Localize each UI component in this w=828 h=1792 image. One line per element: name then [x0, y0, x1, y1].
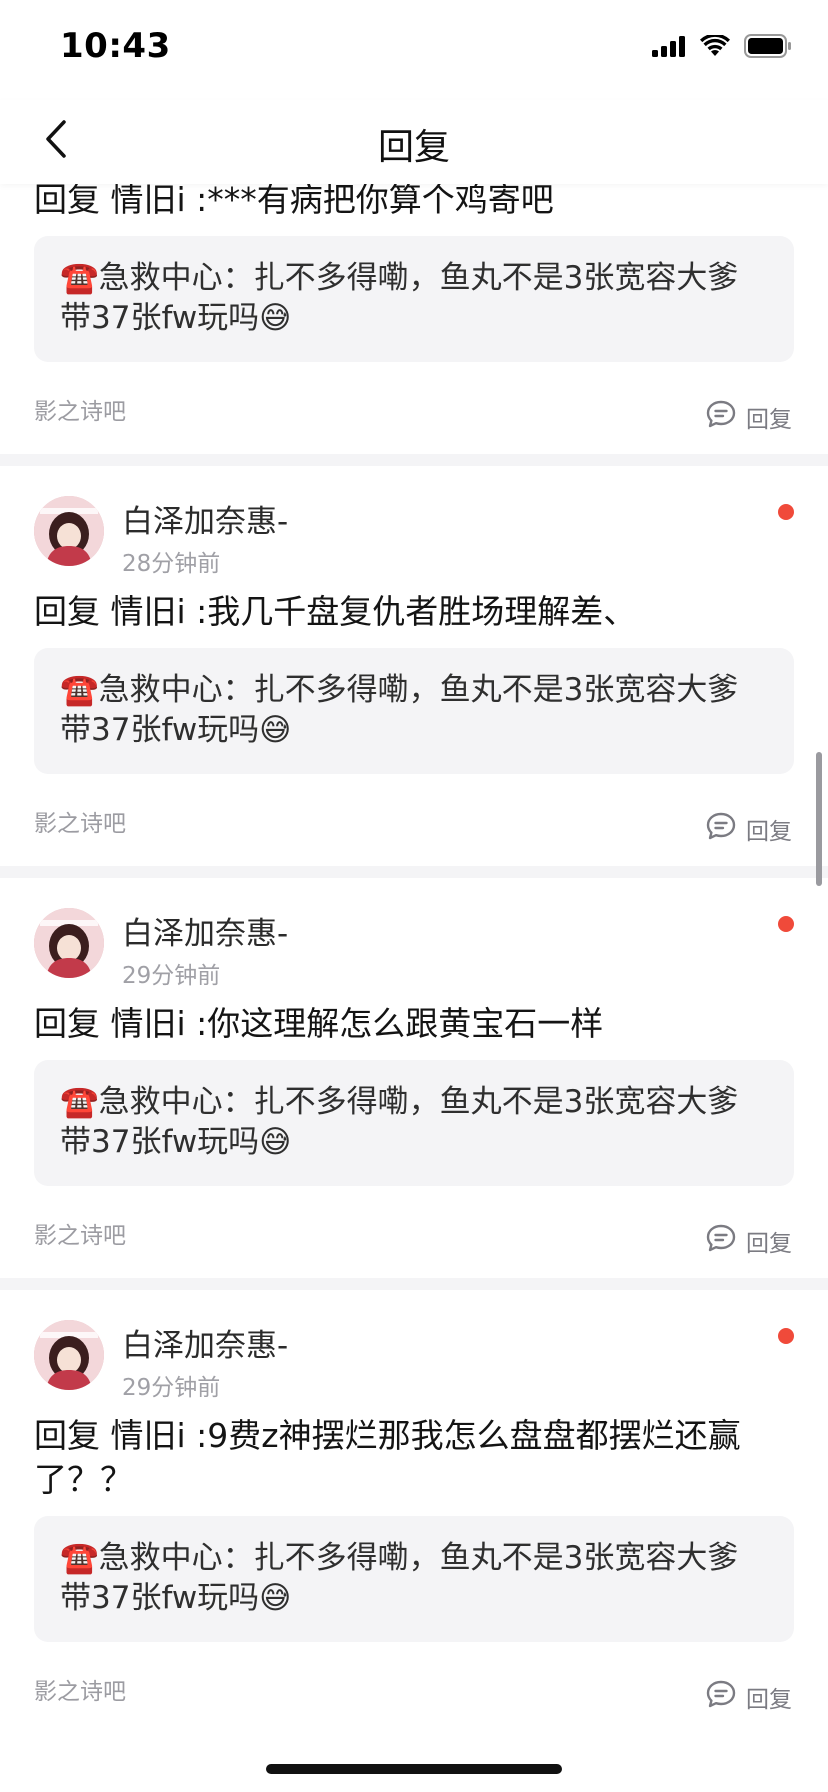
reply-text: 回复 情旧i :***有病把你算个鸡寄吧 — [34, 180, 554, 219]
post-time: 28分钟前 — [122, 551, 221, 577]
comment-icon — [706, 1680, 736, 1714]
nav-bar: 回复 — [0, 100, 828, 184]
page-title: 回复 — [377, 127, 450, 168]
forum-name[interactable]: 影之诗吧 — [34, 1216, 126, 1250]
reply-text: 回复 情旧i :9费z神摆烂那我怎么盘盘都摆烂还赢了？？ — [34, 1416, 741, 1499]
comment-icon — [706, 1224, 736, 1258]
post-time: 29分钟前 — [122, 963, 221, 989]
reply-label: 回复 — [746, 1231, 792, 1257]
reply-card[interactable]: 白泽加奈惠- 28分钟前 回复 情旧i :我几千盘复仇者胜场理解差、 ☎️急救中… — [0, 466, 828, 866]
card-header: 白泽加奈惠- 29分钟前 — [0, 1290, 828, 1414]
reply-card[interactable]: 回复 情旧i :***有病把你算个鸡寄吧 ☎️急救中心：扎不多得嘞，鱼丸不是3张… — [0, 178, 828, 454]
reply-feed[interactable]: 回复 情旧i :***有病把你算个鸡寄吧 ☎️急救中心：扎不多得嘞，鱼丸不是3张… — [0, 178, 828, 1734]
cellular-signal-icon — [652, 35, 686, 61]
unread-dot — [778, 1328, 794, 1344]
status-time: 10:43 — [60, 26, 171, 66]
unread-dot — [778, 916, 794, 932]
quoted-post[interactable]: ☎️急救中心：扎不多得嘞，鱼丸不是3张宽容大爹带37张fw玩吗😅 — [34, 236, 794, 362]
home-indicator[interactable] — [266, 1764, 562, 1774]
card-footer: 影之诗吧 回复 — [0, 1186, 828, 1278]
forum-name[interactable]: 影之诗吧 — [34, 804, 126, 838]
avatar[interactable] — [34, 908, 104, 978]
quoted-post[interactable]: ☎️急救中心：扎不多得嘞，鱼丸不是3张宽容大爹带37张fw玩吗😅 — [34, 1060, 794, 1186]
post-time: 29分钟前 — [122, 1375, 221, 1401]
card-footer: 影之诗吧 回复 — [0, 774, 828, 866]
avatar[interactable] — [34, 496, 104, 566]
username[interactable]: 白泽加奈惠- — [122, 1320, 288, 1365]
card-separator — [0, 1278, 828, 1290]
comment-icon — [706, 400, 736, 434]
card-separator — [0, 866, 828, 878]
reply-card[interactable]: 白泽加奈惠- 29分钟前 回复 情旧i :9费z神摆烂那我怎么盘盘都摆烂还赢了？… — [0, 1290, 828, 1734]
forum-name[interactable]: 影之诗吧 — [34, 1672, 126, 1706]
avatar[interactable] — [34, 1320, 104, 1390]
battery-icon — [744, 34, 792, 62]
status-icons — [652, 33, 792, 62]
username[interactable]: 白泽加奈惠- — [122, 496, 288, 541]
quoted-post[interactable]: ☎️急救中心：扎不多得嘞，鱼丸不是3张宽容大爹带37张fw玩吗😅 — [34, 1516, 794, 1642]
reply-button[interactable]: 回复 — [706, 812, 792, 846]
reply-button[interactable]: 回复 — [706, 400, 792, 434]
card-footer: 影之诗吧 回复 — [0, 1642, 828, 1734]
scrollbar[interactable] — [816, 752, 822, 886]
card-header: 白泽加奈惠- 29分钟前 — [0, 878, 828, 1002]
comment-icon — [706, 812, 736, 846]
unread-dot — [778, 504, 794, 520]
quoted-post[interactable]: ☎️急救中心：扎不多得嘞，鱼丸不是3张宽容大爹带37张fw玩吗😅 — [34, 648, 794, 774]
card-footer: 影之诗吧 回复 — [0, 362, 828, 454]
username[interactable]: 白泽加奈惠- — [122, 908, 288, 953]
reply-text: 回复 情旧i :你这理解怎么跟黄宝石一样 — [34, 1004, 604, 1043]
forum-name[interactable]: 影之诗吧 — [34, 392, 126, 426]
reply-label: 回复 — [746, 407, 792, 433]
reply-button[interactable]: 回复 — [706, 1224, 792, 1258]
reply-label: 回复 — [746, 1687, 792, 1713]
card-separator — [0, 454, 828, 466]
card-header: 白泽加奈惠- 28分钟前 — [0, 466, 828, 590]
wifi-icon — [700, 33, 730, 61]
reply-text: 回复 情旧i :我几千盘复仇者胜场理解差、 — [34, 592, 637, 631]
reply-button[interactable]: 回复 — [706, 1680, 792, 1714]
reply-label: 回复 — [746, 819, 792, 845]
status-bar: 10:43 — [0, 0, 828, 100]
reply-card[interactable]: 白泽加奈惠- 29分钟前 回复 情旧i :你这理解怎么跟黄宝石一样 ☎️急救中心… — [0, 878, 828, 1278]
